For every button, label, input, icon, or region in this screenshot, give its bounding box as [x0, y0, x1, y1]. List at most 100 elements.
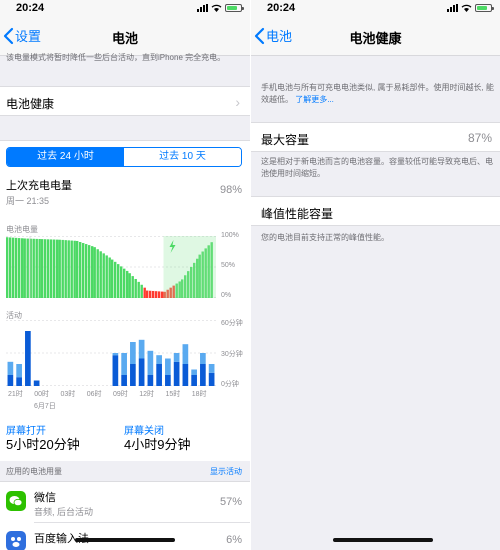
tab-last-10-days[interactable]: 过去 10 天 [124, 148, 241, 166]
battery-level-bar [143, 287, 146, 298]
activity-bar-screen-on [7, 375, 14, 386]
activity-bar-screen-off [191, 369, 197, 375]
battery-health-screen: 20:24 电池 电池健康 手机电池与所有可充电电池类似, 属于易耗部件。使用时… [251, 0, 500, 550]
battery-level-bar [26, 238, 29, 298]
activity-bar-screen-on [200, 364, 206, 386]
wechat-icon [6, 491, 26, 511]
battery-level-bar [102, 253, 105, 298]
battery-level-bar [120, 266, 123, 298]
status-bar: 20:24 [0, 0, 250, 16]
usage-header: 应用的电池用量 显示活动 [0, 461, 250, 481]
activity-date-label: 6月7日 [34, 403, 56, 410]
activity-bar-screen-off [208, 364, 215, 373]
battery-level-bar [134, 278, 137, 298]
battery-level-bar [79, 241, 82, 298]
wifi-icon [211, 4, 222, 12]
peak-performance-row: 峰值性能容量 [251, 196, 500, 226]
last-charge-title: 上次充电电量 [6, 180, 72, 192]
battery-level-bar [114, 261, 117, 298]
battery-level-bar [58, 239, 61, 298]
back-button[interactable]: 设置 [2, 26, 41, 45]
battery-level-bar [41, 239, 44, 298]
wifi-icon [461, 4, 472, 12]
show-activity-button[interactable]: 显示活动 [210, 466, 242, 477]
battery-level-bar [56, 239, 59, 298]
activity-bar-screen-on [33, 380, 40, 386]
battery-level-bar [38, 238, 41, 298]
app-name: 微信 [34, 492, 56, 504]
back-label: 设置 [15, 29, 42, 44]
activity-bar-screen-off [165, 358, 171, 375]
peak-performance-label: 峰值性能容量 [261, 207, 334, 221]
activity-y-tick: 60分钟 [221, 320, 243, 327]
tab-last-24-hours[interactable]: 过去 24 小时 [7, 148, 124, 166]
activity-bar-screen-on [208, 372, 215, 386]
activity-bar-screen-off [156, 355, 162, 364]
status-time: 20:24 [267, 2, 296, 14]
nav-bar: 电池 电池健康 [251, 16, 500, 56]
activity-bar-screen-on [182, 364, 189, 386]
battery-status-icon [475, 4, 494, 12]
battery-level-bar [88, 245, 91, 298]
home-indicator[interactable] [333, 538, 433, 542]
usage-header-title: 应用的电池用量 [6, 467, 62, 476]
activity-bar-screen-off [138, 339, 145, 359]
nav-bar: 设置 电池 [0, 16, 250, 56]
battery-level-bar [117, 264, 120, 298]
activity-x-tick: 09时 [113, 391, 128, 398]
back-button[interactable]: 电池 [253, 26, 292, 45]
battery-chart-label: 电池电量 [6, 225, 38, 234]
battery-level-bar [149, 290, 152, 298]
max-capacity-label: 最大容量 [261, 133, 310, 147]
battery-level-bar [161, 291, 164, 298]
activity-bar-screen-off [147, 350, 154, 375]
battery-level-bar [85, 244, 88, 298]
activity-x-tick: 21时 [8, 391, 23, 398]
battery-level-bar [6, 237, 9, 298]
battery-level-bar [23, 238, 26, 298]
signal-icon [197, 4, 208, 12]
activity-bar-screen-on [121, 375, 127, 386]
app-percent: 57% [219, 496, 242, 508]
last-charge-time: 周一 21:35 [6, 196, 50, 206]
battery-level-bar [105, 255, 108, 298]
battery-level-bar [146, 290, 149, 298]
battery-level-bar [73, 240, 76, 298]
max-capacity-value: 87% [467, 131, 492, 145]
activity-bar-screen-on [25, 331, 31, 386]
back-label: 电池 [266, 29, 293, 44]
activity-bar-screen-on [165, 375, 171, 386]
battery-level-bar [12, 237, 15, 298]
screen-off-value: 4小时9分钟 [124, 437, 191, 452]
battery-level-bar [123, 268, 126, 298]
baidu-input-icon [6, 531, 26, 550]
signal-icon [447, 4, 458, 12]
activity-bar-screen-off [130, 342, 136, 364]
battery-level-chart [6, 236, 216, 298]
battery-level-bar [35, 238, 38, 298]
activity-y-tick: 0分钟 [221, 381, 239, 388]
battery-level-bar [61, 239, 64, 298]
home-indicator[interactable] [75, 538, 175, 542]
battery-level-bar [131, 276, 134, 298]
battery-y-tick: 50% [221, 262, 236, 269]
time-range-segmented-control: 过去 24 小时 过去 10 天 [6, 147, 242, 167]
battery-level-bar [137, 281, 140, 298]
battery-level-bar [82, 243, 85, 298]
battery-level-bar [9, 237, 12, 298]
battery-level-bar [70, 240, 73, 298]
battery-level-bar [91, 246, 94, 298]
learn-more-link[interactable]: 了解更多... [295, 95, 334, 104]
battery-level-bar [15, 237, 18, 298]
battery-level-bar [67, 240, 70, 298]
activity-bar-screen-on [156, 364, 162, 386]
list-item[interactable]: 微信 音频, 后台活动 57% [0, 482, 250, 522]
battery-health-row[interactable]: 电池健康 › [0, 86, 250, 116]
activity-y-tick: 30分钟 [221, 351, 243, 358]
battery-level-bar [53, 239, 56, 298]
activity-bar-screen-off [182, 344, 189, 364]
list-item[interactable]: 百度输入法 6% [0, 523, 250, 550]
battery-status-icon [225, 4, 244, 12]
activity-x-tick: 00时 [34, 391, 50, 398]
battery-y-tick: 100% [221, 232, 239, 239]
